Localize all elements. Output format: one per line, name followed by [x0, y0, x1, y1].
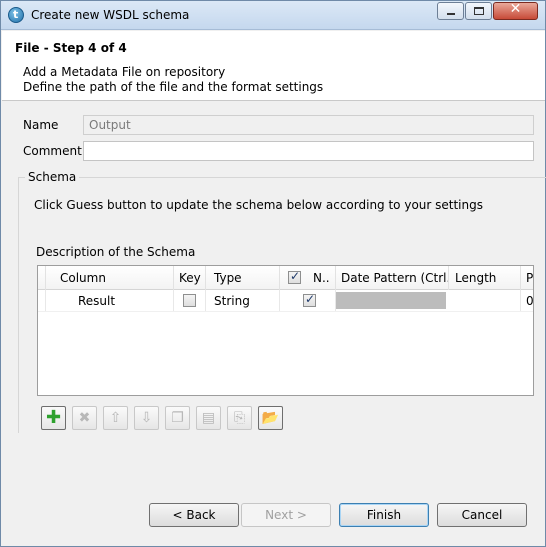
- minimize-icon: [447, 13, 455, 15]
- add-icon: ✚: [45, 407, 62, 428]
- minimize-button[interactable]: [437, 2, 464, 20]
- export-icon: ⎘: [233, 410, 246, 426]
- cancel-button[interactable]: Cancel: [437, 503, 527, 527]
- column-header-nullable[interactable]: N..: [280, 266, 336, 290]
- export-button[interactable]: ⎘: [227, 406, 252, 430]
- name-field[interactable]: Output: [83, 115, 534, 135]
- schema-hint: Click Guess button to update the schema …: [34, 198, 483, 212]
- page-description-1: Add a Metadata File on repository: [23, 65, 226, 79]
- cell-date-pattern[interactable]: [336, 292, 446, 309]
- talend-app-icon: t: [8, 7, 24, 23]
- column-header-type[interactable]: Type: [206, 266, 280, 290]
- page-title: File - Step 4 of 4: [15, 41, 127, 55]
- column-header-precision[interactable]: P: [521, 266, 533, 290]
- close-icon: ✕: [509, 1, 522, 17]
- finish-button[interactable]: Finish: [339, 503, 429, 527]
- move-down-button[interactable]: ⇩: [134, 406, 159, 430]
- table-row[interactable]: Result String 0: [38, 290, 533, 312]
- row-selector-header: [38, 266, 46, 290]
- back-button[interactable]: < Back: [149, 503, 239, 527]
- nullable-checkbox[interactable]: [303, 292, 316, 307]
- copy-button[interactable]: ❐: [165, 406, 190, 430]
- next-button[interactable]: Next >: [241, 503, 331, 527]
- column-header-column[interactable]: Column: [46, 266, 174, 290]
- name-label: Name: [23, 118, 59, 132]
- cell-key[interactable]: [174, 290, 206, 311]
- remove-icon: ✖: [78, 410, 91, 426]
- comment-label: Comment: [23, 144, 82, 158]
- import-icon: 📂: [261, 410, 280, 426]
- cell-precision[interactable]: 0: [521, 290, 533, 311]
- move-up-button[interactable]: ⇧: [103, 406, 128, 430]
- table-header: Column Key Type N.. Date Pattern (Ctrl..…: [38, 266, 533, 290]
- import-button[interactable]: 📂: [258, 406, 283, 430]
- column-header-nullable-label: N..: [313, 271, 330, 285]
- column-header-date-pattern[interactable]: Date Pattern (Ctrl...: [336, 266, 449, 290]
- move-down-icon: ⇩: [140, 410, 153, 426]
- window-title: Create new WSDL schema: [31, 8, 190, 22]
- comment-field[interactable]: [83, 141, 534, 161]
- column-header-key[interactable]: Key: [174, 266, 206, 290]
- cell-column[interactable]: Result: [46, 290, 174, 311]
- schema-table: Column Key Type N.. Date Pattern (Ctrl..…: [37, 265, 534, 396]
- paste-icon: ▤: [201, 410, 216, 426]
- cell-nullable[interactable]: [280, 290, 336, 311]
- title-bar: t Create new WSDL schema ✕: [1, 1, 545, 30]
- page-description-2: Define the path of the file and the form…: [23, 80, 324, 94]
- key-checkbox[interactable]: [183, 294, 196, 307]
- paste-button[interactable]: ▤: [196, 406, 221, 430]
- dialog-window: t Create new WSDL schema ✕ File - Step 4…: [0, 0, 546, 547]
- move-up-icon: ⇧: [109, 410, 122, 426]
- column-header-length[interactable]: Length: [449, 266, 521, 290]
- add-button[interactable]: ✚: [41, 406, 66, 430]
- copy-icon: ❐: [171, 410, 184, 426]
- schema-group-title: Schema: [25, 170, 80, 184]
- row-selector[interactable]: [38, 290, 46, 311]
- maximize-icon: [474, 7, 484, 15]
- cell-type[interactable]: String: [206, 290, 280, 311]
- remove-button[interactable]: ✖: [72, 406, 97, 430]
- cell-length[interactable]: [449, 290, 521, 311]
- nullable-select-all-checkbox[interactable]: [288, 269, 301, 284]
- wizard-header: File - Step 4 of 4 Add a Metadata File o…: [2, 31, 545, 101]
- maximize-button[interactable]: [465, 2, 492, 20]
- close-button[interactable]: ✕: [493, 1, 538, 20]
- schema-description-label: Description of the Schema: [36, 245, 196, 259]
